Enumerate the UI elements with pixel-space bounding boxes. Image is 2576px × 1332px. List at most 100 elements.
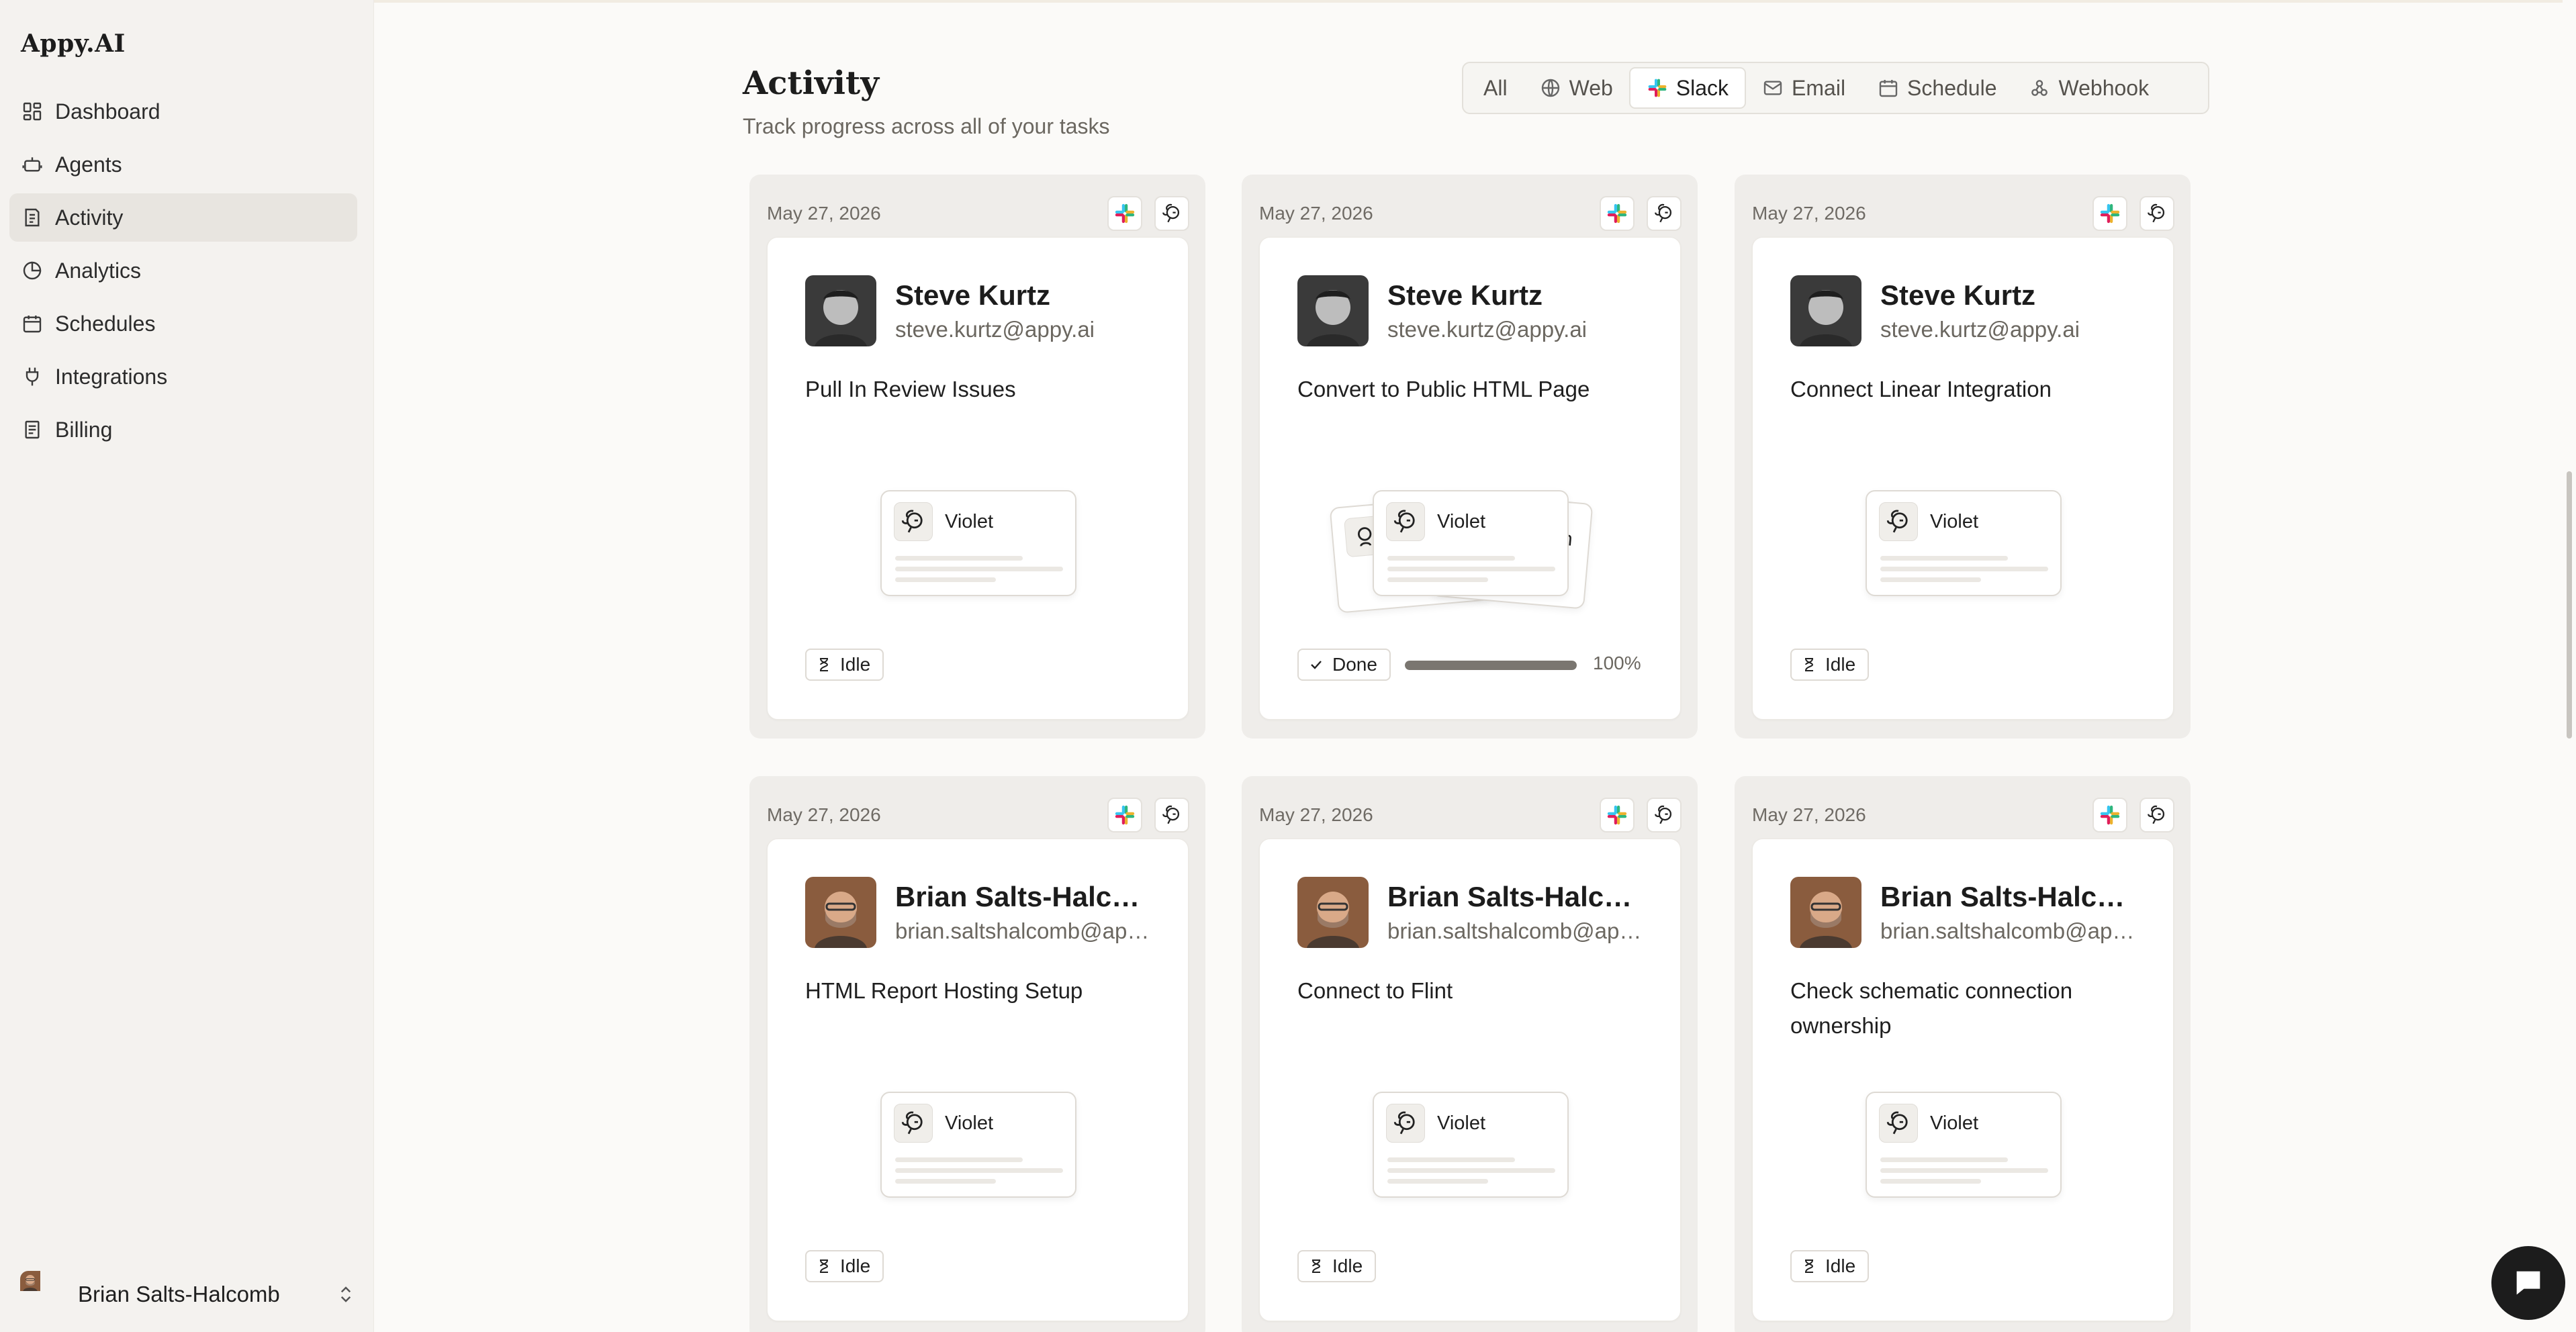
requester-name: Brian Salts-Halcomb bbox=[895, 881, 1150, 912]
hourglass-icon bbox=[1805, 658, 1814, 671]
card-body: Brian Salts-Halcomb brian.saltshalcomb@a… bbox=[767, 839, 1189, 1321]
slack-source-chip[interactable] bbox=[2092, 798, 2127, 832]
slack-icon bbox=[1115, 203, 1135, 224]
filter-slack[interactable]: Slack bbox=[1628, 67, 1747, 109]
pie-chart-icon bbox=[23, 261, 42, 280]
card-body: Brian Salts-Halcomb brian.saltshalcomb@a… bbox=[1259, 839, 1681, 1321]
webhook-icon bbox=[2031, 80, 2048, 96]
requester-name: Steve Kurtz bbox=[895, 279, 1051, 311]
filter-schedule[interactable]: Schedule bbox=[1861, 67, 2013, 109]
sidebar-item-analytics[interactable]: Analytics bbox=[9, 246, 357, 295]
requester-avatar bbox=[1790, 877, 1861, 948]
card-header: May 27, 2026 bbox=[1259, 796, 1682, 834]
top-border bbox=[374, 0, 2576, 3]
agent-chip[interactable] bbox=[1647, 798, 1682, 832]
agent-preview-card[interactable]: Violet bbox=[1373, 1092, 1569, 1198]
status-label: Idle bbox=[1825, 654, 1856, 675]
card-header: May 27, 2026 bbox=[1752, 195, 2174, 232]
card-body: Steve Kurtz steve.kurtz@appy.ai Connect … bbox=[1752, 237, 2174, 720]
slack-source-chip[interactable] bbox=[1107, 196, 1142, 231]
filter-web[interactable]: Web bbox=[1524, 67, 1629, 109]
agent-preview-card[interactable]: Violet bbox=[880, 490, 1076, 596]
sidebar-item-activity[interactable]: Activity bbox=[9, 193, 357, 242]
placeholder-line bbox=[1880, 1179, 1981, 1184]
placeholder-line bbox=[895, 1157, 1023, 1162]
placeholder-line bbox=[1387, 567, 1555, 571]
slack-source-chip[interactable] bbox=[1107, 798, 1142, 832]
sidebar-item-dashboard[interactable]: Dashboard bbox=[9, 87, 357, 136]
scrollbar-thumb[interactable] bbox=[2567, 471, 2572, 739]
slack-source-chip[interactable] bbox=[2092, 196, 2127, 231]
requester-avatar bbox=[1790, 275, 1861, 346]
agent-preview-card[interactable]: Violet bbox=[880, 1092, 1076, 1198]
agent-name: Violet bbox=[1930, 1112, 1979, 1134]
agent-avatar bbox=[894, 1104, 933, 1143]
chat-bubble-icon bbox=[2516, 1271, 2540, 1295]
agent-preview-card[interactable]: Violet bbox=[1866, 1092, 2062, 1198]
card-date: May 27, 2026 bbox=[767, 804, 881, 825]
agent-preview-card[interactable]: Violet bbox=[1373, 490, 1569, 596]
requester-email: brian.saltshalcomb@appy.ai bbox=[895, 918, 1150, 943]
filter-all[interactable]: All bbox=[1467, 67, 1524, 109]
agent-avatar-icon bbox=[2148, 203, 2165, 223]
chat-launcher-button[interactable] bbox=[2491, 1246, 2565, 1320]
channel-filter-tabs: All Web Slack Email Schedule Webhook bbox=[1462, 62, 2209, 114]
task-title: Convert to Public HTML Page bbox=[1297, 377, 1590, 401]
check-icon bbox=[1311, 661, 1322, 669]
filter-webhook[interactable]: Webhook bbox=[2013, 67, 2165, 109]
slack-source-chip[interactable] bbox=[1600, 798, 1635, 832]
filter-label: Email bbox=[1792, 75, 1846, 100]
sidebar-item-schedules[interactable]: Schedules bbox=[9, 299, 357, 348]
slack-source-chip[interactable] bbox=[1600, 196, 1635, 231]
requester-email: steve.kurtz@appy.ai bbox=[1880, 317, 2080, 342]
requester-email: brian.saltshalcomb@appy.ai bbox=[1387, 918, 1643, 943]
placeholder-line bbox=[895, 1168, 1063, 1173]
slack-icon bbox=[2100, 805, 2120, 825]
placeholder-line bbox=[1387, 556, 1515, 561]
activity-card[interactable]: May 27, 2026 Brian Salts-Halcomb brian.s… bbox=[1242, 776, 1698, 1332]
requester-name: Brian Salts-Halcomb bbox=[1880, 881, 2135, 912]
filter-label: All bbox=[1483, 75, 1508, 100]
requester-avatar bbox=[1297, 275, 1369, 346]
status-badge: Idle bbox=[805, 649, 884, 681]
placeholder-line bbox=[1880, 1157, 2008, 1162]
agent-preview-card[interactable]: Violet bbox=[1866, 490, 2062, 596]
placeholder-line bbox=[1387, 1157, 1515, 1162]
agent-chip[interactable] bbox=[1154, 798, 1189, 832]
user-menu[interactable]: Brian Salts-Halcomb bbox=[20, 1270, 356, 1319]
task-title: Connect to Flint bbox=[1297, 978, 1453, 1003]
activity-card[interactable]: May 27, 2026 Steve Kurtz steve.kurtz@app… bbox=[749, 175, 1205, 739]
agent-chip[interactable] bbox=[1647, 196, 1682, 231]
requester-avatar bbox=[1297, 877, 1369, 948]
sidebar-item-label: Integrations bbox=[55, 364, 168, 389]
activity-card[interactable]: May 27, 2026 Steve Kurtz steve.kurtz@app… bbox=[1242, 175, 1698, 739]
requester-email: steve.kurtz@appy.ai bbox=[895, 317, 1095, 342]
task-title: Check schematic connection ownership bbox=[1790, 978, 2073, 1038]
activity-card[interactable]: May 27, 2026 Steve Kurtz steve.kurtz@app… bbox=[1735, 175, 2191, 739]
robot-icon bbox=[22, 157, 42, 172]
placeholder-line bbox=[1387, 577, 1488, 582]
status-label: Done bbox=[1332, 654, 1377, 675]
sidebar-item-integrations[interactable]: Integrations bbox=[9, 352, 357, 401]
filter-email[interactable]: Email bbox=[1746, 67, 1861, 109]
requester: Steve Kurtz steve.kurtz@appy.ai bbox=[1297, 275, 1643, 346]
progress-percent: 100% bbox=[1593, 653, 1641, 673]
brand-logo[interactable]: Appy.AI bbox=[21, 30, 126, 58]
task-title: Pull In Review Issues bbox=[805, 377, 1016, 401]
plug-icon bbox=[26, 367, 39, 386]
agent-chip[interactable] bbox=[2140, 798, 2174, 832]
hourglass-icon bbox=[820, 658, 829, 671]
activity-card[interactable]: May 27, 2026 Brian Salts-Halcomb brian.s… bbox=[749, 776, 1205, 1332]
sidebar-item-billing[interactable]: Billing bbox=[9, 406, 357, 454]
agent-chip[interactable] bbox=[1154, 196, 1189, 231]
sidebar-item-agents[interactable]: Agents bbox=[9, 140, 357, 189]
requester-name: Steve Kurtz bbox=[1880, 279, 2036, 311]
agent-chip[interactable] bbox=[2140, 196, 2174, 231]
receipt-icon bbox=[25, 420, 40, 439]
sidebar-nav: Dashboard Agents Activity Analytics Sche… bbox=[9, 87, 357, 459]
filter-label: Webhook bbox=[2058, 75, 2150, 100]
status-label: Idle bbox=[1332, 1255, 1363, 1276]
status-label: Idle bbox=[840, 654, 871, 675]
activity-card[interactable]: May 27, 2026 Brian Salts-Halcomb brian.s… bbox=[1735, 776, 2191, 1332]
agent-avatar-icon bbox=[1162, 203, 1180, 223]
